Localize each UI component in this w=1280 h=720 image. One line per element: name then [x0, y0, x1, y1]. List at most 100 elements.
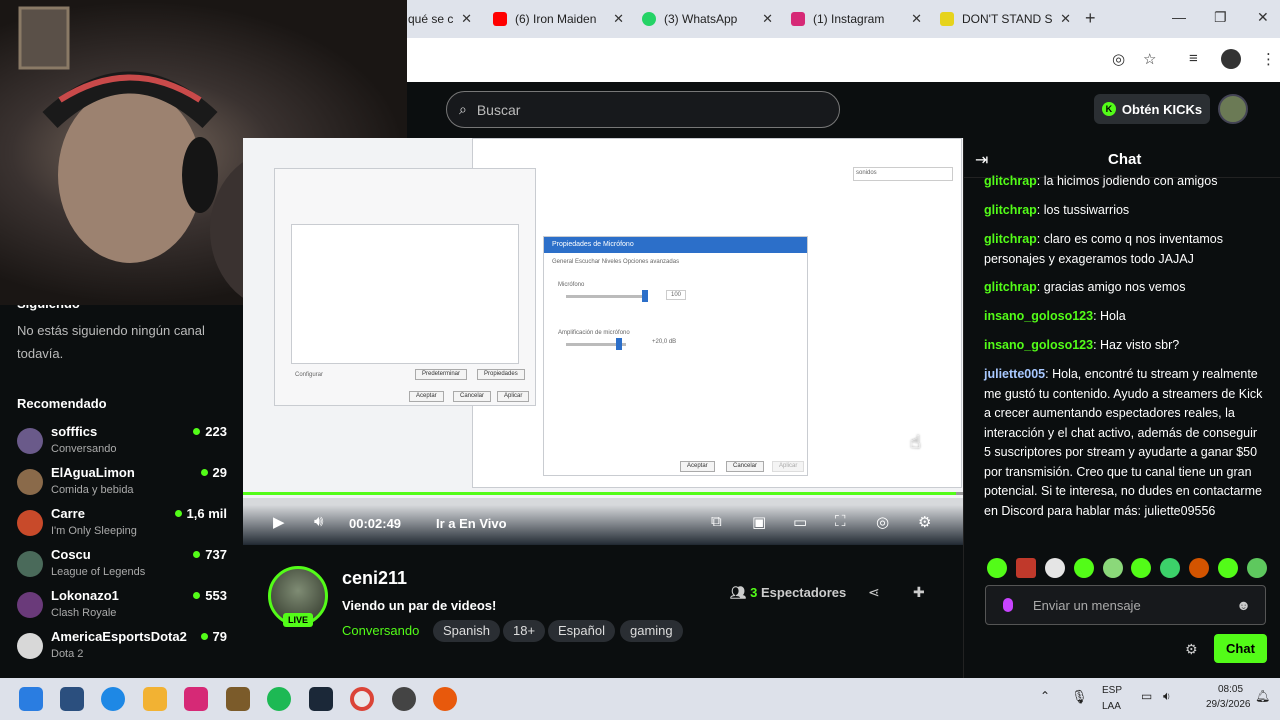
chat-username[interactable]: glitchrap: [984, 203, 1037, 217]
follow-user-icon[interactable]: ✚: [913, 584, 925, 601]
tray-volume-icon[interactable]: 🔉︎: [1163, 689, 1171, 704]
new-tab-button[interactable]: +: [1085, 8, 1096, 29]
emote-icon[interactable]: [1044, 558, 1065, 578]
chat-username[interactable]: insano_goloso123: [984, 309, 1093, 323]
browser-tab-3[interactable]: (3) WhatsApp ✕: [634, 4, 779, 34]
channel-name[interactable]: ceni211: [342, 568, 407, 589]
emote-icon[interactable]: [987, 558, 1007, 578]
maximize-icon[interactable]: ❐: [1214, 9, 1227, 26]
clip-icon[interactable]: ▣: [752, 513, 766, 531]
tray-mic-icon[interactable]: 🎙︎: [1071, 689, 1088, 705]
emoji-picker-icon[interactable]: ☻: [1236, 597, 1251, 613]
chat-username[interactable]: glitchrap: [984, 280, 1037, 294]
video-player[interactable]: sonidos Configurar Predeterminar Propied…: [243, 138, 963, 544]
browser-tab-4[interactable]: (1) Instagram ✕: [783, 4, 928, 34]
tag-spanish[interactable]: Spanish: [433, 620, 500, 642]
fullscreen-icon[interactable]: ⛶: [835, 513, 846, 530]
chat-username[interactable]: juliette005: [984, 367, 1045, 381]
play-icon[interactable]: ▶: [273, 513, 285, 531]
browser-profile-avatar[interactable]: [1221, 49, 1241, 69]
tag-18plus[interactable]: 18+: [503, 620, 546, 642]
user-avatar[interactable]: [1218, 94, 1248, 124]
recommended-channel[interactable]: Lokonazo1 Clash Royale 553: [17, 588, 227, 628]
search-placeholder: Buscar: [476, 101, 521, 118]
emote-icon[interactable]: [1073, 558, 1094, 578]
stream-category[interactable]: Conversando: [342, 623, 419, 638]
windows-start-icon[interactable]: [19, 687, 43, 711]
chat-message-input[interactable]: Enviar un mensaje ☻: [985, 585, 1266, 625]
settings-gear-icon[interactable]: ⚙: [918, 513, 931, 531]
miniplayer-icon[interactable]: ⧉: [711, 513, 722, 530]
tray-language-sub[interactable]: LAA: [1102, 701, 1121, 712]
chat-colon: :: [1036, 280, 1044, 294]
media-queue-icon[interactable]: ≡: [1189, 50, 1198, 67]
browser-tab-2[interactable]: (6) Iron Maiden ✕: [485, 4, 630, 34]
chat-colon: :: [1093, 309, 1101, 323]
tab-close-icon[interactable]: ✕: [1060, 11, 1071, 27]
tray-notification-icon[interactable]: 🔔︎: [1255, 689, 1270, 703]
tray-time[interactable]: 08:05: [1218, 684, 1243, 695]
chat-username[interactable]: glitchrap: [984, 174, 1037, 188]
browser-tab-5[interactable]: DON'T STAND S ✕: [932, 4, 1077, 34]
tab-close-icon[interactable]: ✕: [613, 11, 624, 27]
emote-icon[interactable]: [1102, 558, 1123, 578]
collapse-chat-icon[interactable]: ⇥: [975, 150, 988, 170]
recommended-channel[interactable]: sofffics Conversando 223: [17, 424, 227, 464]
recommended-channel[interactable]: Carre I'm Only Sleeping 1,6 mil: [17, 506, 227, 546]
emote-icon[interactable]: [1015, 558, 1036, 578]
tab-close-icon[interactable]: ✕: [461, 11, 472, 27]
tray-date[interactable]: 29/3/2026: [1206, 699, 1251, 710]
go-live-button[interactable]: Ir a En Vivo: [436, 516, 507, 531]
mic-level-label: Micrófono: [558, 282, 585, 288]
chat-input-placeholder: Enviar un mensaje: [1033, 597, 1141, 613]
tab-close-icon[interactable]: ✕: [762, 11, 773, 27]
tray-language[interactable]: ESP: [1102, 685, 1122, 696]
volume-icon[interactable]: 🔊︎: [314, 513, 323, 530]
eye-off-icon[interactable]: ◎: [1112, 50, 1125, 68]
bookmark-star-icon[interactable]: ☆: [1143, 50, 1156, 68]
app-taskbar-icon[interactable]: [226, 687, 250, 711]
video-progress-bar[interactable]: [243, 492, 963, 495]
ok-button-bg: Aceptar: [409, 391, 444, 402]
emote-icon[interactable]: [1160, 558, 1181, 578]
dialog-apply-button: Aplicar: [772, 461, 805, 472]
search-input[interactable]: ⌕ Buscar: [446, 91, 840, 128]
emote-icon[interactable]: [1131, 558, 1152, 578]
quality-icon[interactable]: ◎: [876, 513, 889, 531]
app-taskbar-icon-3[interactable]: [433, 687, 457, 711]
file-explorer-icon[interactable]: [143, 687, 167, 711]
tray-display-icon[interactable]: ▭: [1141, 689, 1152, 703]
chat-username[interactable]: glitchrap: [984, 232, 1037, 246]
browser-tab-1[interactable]: qué se c ✕: [400, 4, 478, 34]
edge-icon[interactable]: [101, 687, 125, 711]
steam-icon[interactable]: [309, 687, 333, 711]
spotify-icon[interactable]: [267, 687, 291, 711]
instagram-taskbar-icon[interactable]: [184, 687, 208, 711]
kebab-menu-icon[interactable]: ⋮: [1261, 50, 1276, 68]
chat-settings-icon[interactable]: ⚙: [1185, 641, 1198, 658]
emote-icon[interactable]: [1189, 558, 1210, 578]
tag-gaming[interactable]: gaming: [620, 620, 683, 642]
store-icon[interactable]: [60, 687, 84, 711]
tag-espanol[interactable]: Español: [548, 620, 615, 642]
channel-avatar: [17, 469, 43, 495]
chat-send-button[interactable]: Chat: [1214, 634, 1267, 663]
tray-chevron-icon[interactable]: ⌃: [1040, 689, 1050, 703]
emote-icon[interactable]: [1218, 558, 1238, 578]
emote-icon[interactable]: [1246, 558, 1267, 578]
get-kicks-button[interactable]: K Obtén KICKs: [1094, 94, 1210, 124]
app-taskbar-icon-2[interactable]: [392, 687, 416, 711]
recommended-channel[interactable]: Coscu League of Legends 737: [17, 547, 227, 587]
recommended-channel[interactable]: ElAguaLimon Comida y bebida 29: [17, 465, 227, 505]
share-icon[interactable]: ⋖: [868, 584, 880, 601]
minimize-icon[interactable]: —: [1172, 9, 1186, 25]
close-window-icon[interactable]: ✕: [1257, 9, 1269, 26]
channel-name: ElAguaLimon: [51, 465, 135, 480]
chat-username[interactable]: insano_goloso123: [984, 338, 1093, 352]
theater-mode-icon[interactable]: ▭: [793, 513, 807, 531]
chat-text: Hola: [1100, 309, 1126, 323]
chrome-icon[interactable]: [350, 687, 374, 711]
chat-text: la hicimos jodiendo con amigos: [1043, 174, 1218, 188]
tab-close-icon[interactable]: ✕: [911, 11, 922, 27]
recommended-channel[interactable]: AmericaEsportsDota2 Dota 2 79: [17, 629, 227, 669]
